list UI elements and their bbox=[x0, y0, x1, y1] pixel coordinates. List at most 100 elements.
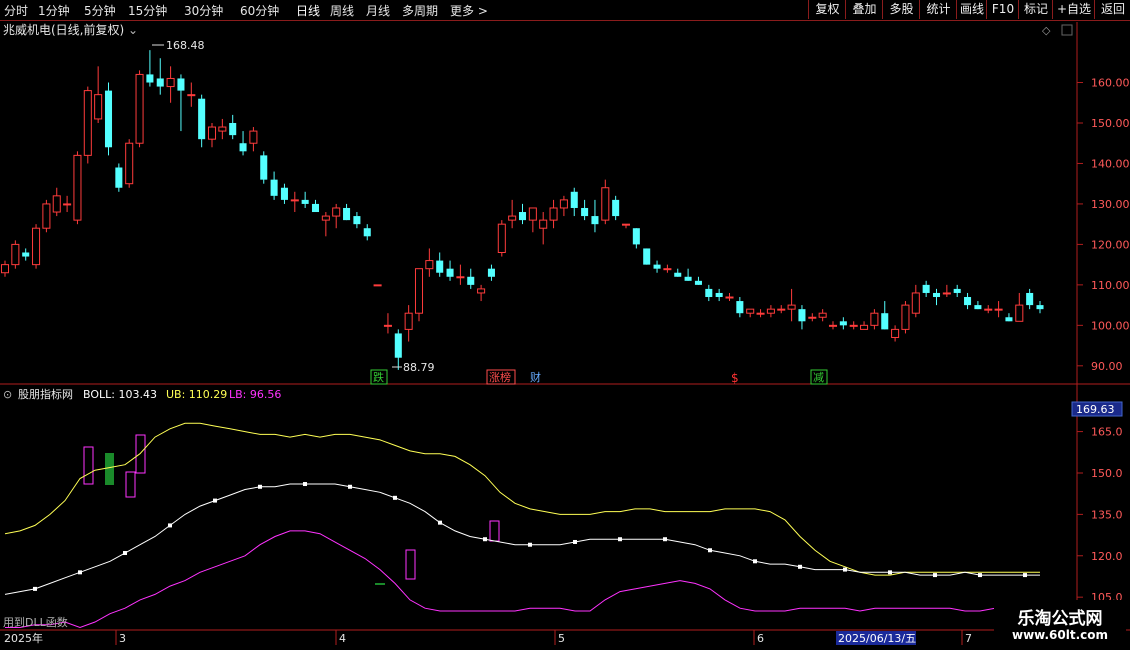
candle-body bbox=[911, 292, 920, 314]
high-label: 168.48 bbox=[166, 39, 205, 52]
candle-body bbox=[166, 77, 175, 88]
candle bbox=[570, 187, 578, 217]
event-marker-die[interactable]: 跌 bbox=[373, 370, 384, 384]
boll-point bbox=[798, 564, 802, 569]
signal-box bbox=[135, 434, 146, 474]
candle bbox=[881, 301, 889, 330]
candle-body bbox=[756, 312, 765, 315]
candle-body bbox=[343, 207, 351, 221]
candle-body bbox=[22, 252, 30, 257]
candle-body bbox=[715, 292, 723, 298]
candle-body bbox=[394, 333, 402, 358]
candle-body bbox=[156, 78, 164, 87]
candle-body bbox=[539, 219, 548, 229]
candle-body bbox=[901, 304, 910, 330]
title-dropdown-icon[interactable]: ⌄ bbox=[128, 23, 138, 37]
date-label-jul: 7 bbox=[965, 632, 972, 645]
candle-body bbox=[953, 288, 961, 293]
boll-point bbox=[663, 537, 667, 542]
candle bbox=[166, 66, 175, 103]
low-label: 88.79 bbox=[403, 361, 435, 374]
y-tick-label: 140.00 bbox=[1091, 157, 1130, 170]
candle-body bbox=[249, 130, 258, 144]
candle bbox=[612, 195, 620, 221]
watermark-url: www.60lt.com bbox=[1011, 628, 1109, 642]
candle-body bbox=[239, 143, 247, 152]
series-line-boll bbox=[4, 483, 1040, 595]
candle-body bbox=[1015, 304, 1024, 322]
candle-body bbox=[229, 122, 237, 136]
watermark: 乐淘公式网 www.60lt.com bbox=[994, 600, 1126, 648]
indicator-dropdown-icon[interactable]: ⊙ bbox=[3, 388, 12, 401]
boll-point bbox=[393, 495, 397, 500]
candle bbox=[766, 305, 775, 318]
boll-point bbox=[843, 567, 847, 572]
candle-body bbox=[828, 324, 838, 327]
boll-point bbox=[933, 573, 937, 578]
candle bbox=[694, 276, 702, 285]
candle-body bbox=[860, 324, 869, 330]
boll-point bbox=[348, 484, 352, 489]
candle-body bbox=[674, 272, 682, 277]
candle-body bbox=[32, 227, 41, 266]
candle bbox=[22, 248, 30, 261]
candle bbox=[581, 199, 589, 221]
diamond-icon[interactable]: ◇ bbox=[1042, 24, 1051, 37]
event-marker-cai[interactable]: 财 bbox=[530, 370, 541, 384]
candle bbox=[901, 301, 910, 334]
candle bbox=[177, 74, 185, 132]
candle-body bbox=[798, 309, 806, 322]
candle bbox=[715, 288, 723, 302]
panel-scroll-handle[interactable] bbox=[1061, 24, 1073, 36]
candle bbox=[953, 284, 961, 298]
candle-body bbox=[891, 328, 900, 338]
candle-body bbox=[198, 98, 206, 140]
candle bbox=[0, 260, 10, 277]
candle-body bbox=[632, 228, 640, 245]
candle-body bbox=[383, 324, 392, 327]
event-marker-jian[interactable]: 减 bbox=[813, 371, 824, 384]
candle bbox=[311, 199, 320, 213]
candle-body bbox=[177, 78, 185, 91]
event-marker-zhangbang[interactable]: 涨榜 bbox=[489, 370, 511, 384]
candle-body bbox=[601, 187, 610, 221]
candle bbox=[518, 203, 527, 225]
boll-point bbox=[303, 482, 307, 487]
candle bbox=[156, 58, 164, 95]
boll-series bbox=[4, 422, 1040, 629]
candle-body bbox=[581, 207, 589, 217]
candle-body bbox=[643, 248, 651, 265]
candle-body bbox=[964, 297, 972, 306]
y-tick-label: 150.0 bbox=[1091, 467, 1123, 480]
indicator-title: 股朋指标网 bbox=[18, 387, 73, 401]
candle bbox=[104, 82, 113, 156]
candle bbox=[964, 292, 972, 310]
candle bbox=[601, 179, 610, 225]
dll-note: 用到DLL函数 bbox=[3, 616, 68, 629]
y-tick-label: 100.00 bbox=[1091, 319, 1130, 332]
candle bbox=[528, 207, 537, 233]
candle bbox=[198, 94, 206, 148]
candle-body bbox=[497, 223, 506, 253]
candle-body bbox=[922, 284, 930, 293]
candle bbox=[394, 329, 402, 370]
date-label-apr: 4 bbox=[339, 632, 346, 645]
signal-bar bbox=[105, 453, 114, 485]
candle bbox=[932, 288, 941, 306]
candle bbox=[467, 268, 475, 289]
candle bbox=[373, 284, 382, 287]
candle-body bbox=[766, 308, 775, 314]
boll-point bbox=[618, 537, 622, 542]
candle bbox=[404, 305, 413, 342]
candle-body bbox=[974, 305, 982, 310]
candle bbox=[94, 66, 103, 123]
candle-body bbox=[746, 308, 755, 314]
candle bbox=[332, 203, 341, 229]
candle bbox=[942, 284, 951, 298]
candle bbox=[239, 131, 247, 156]
candle bbox=[32, 224, 41, 269]
event-marker-dollar[interactable]: $ bbox=[731, 371, 739, 385]
indicator-y-ticks: 105.0120.0135.0150.0165.0 bbox=[1077, 426, 1123, 604]
candle bbox=[383, 313, 392, 334]
candle bbox=[363, 224, 371, 241]
